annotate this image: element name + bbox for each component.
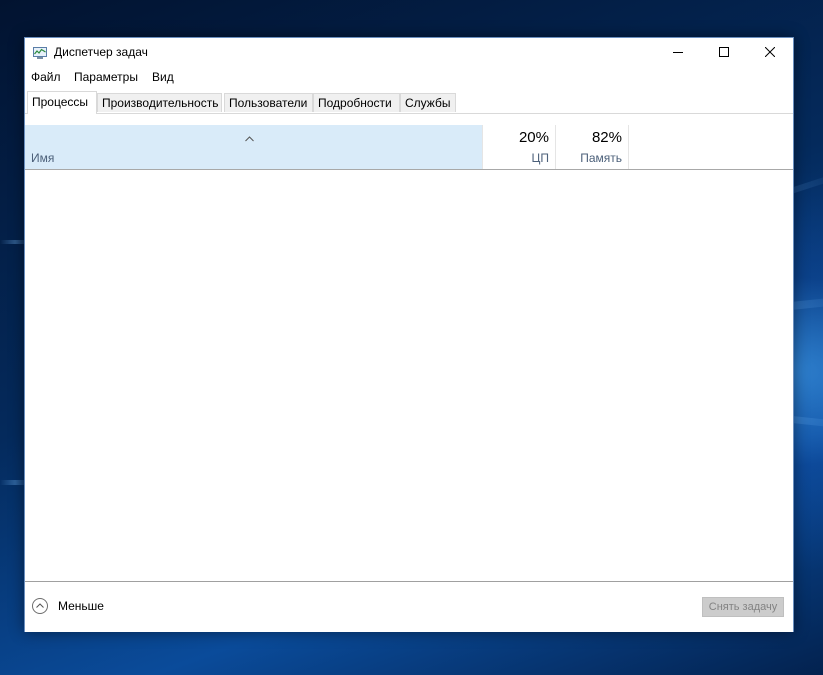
tab-services[interactable]: Службы	[400, 93, 456, 112]
title-bar[interactable]: Диспетчер задач	[25, 38, 793, 67]
column-header-memory[interactable]: 82% Память	[556, 125, 629, 169]
process-table-header: Имя 20% ЦП 82% Память	[25, 125, 793, 170]
close-icon	[765, 47, 775, 57]
fewer-details-label: Меньше	[58, 599, 104, 613]
menu-view[interactable]: Вид	[152, 70, 174, 84]
maximize-icon	[719, 47, 729, 57]
chevron-up-circle-icon	[32, 598, 48, 614]
tab-bar: Процессы Производительность Пользователи…	[25, 91, 793, 114]
cpu-percent: 20%	[518, 129, 549, 146]
memory-label: Память	[580, 151, 622, 165]
chevron-up-icon	[245, 129, 254, 147]
close-button[interactable]	[747, 38, 793, 67]
process-list[interactable]	[25, 170, 793, 581]
tab-users[interactable]: Пользователи	[224, 93, 313, 112]
tab-details[interactable]: Подробности	[313, 93, 400, 112]
maximize-button[interactable]	[701, 38, 747, 67]
tab-performance[interactable]: Производительность	[97, 93, 222, 112]
end-task-button[interactable]: Снять задачу	[702, 597, 784, 617]
window-title: Диспетчер задач	[54, 45, 148, 59]
task-manager-icon	[33, 46, 47, 59]
footer-bar: Меньше Снять задачу	[25, 581, 793, 632]
menu-file[interactable]: Файл	[31, 70, 61, 84]
minimize-icon	[673, 52, 683, 53]
fewer-details-button[interactable]: Меньше	[32, 597, 112, 617]
column-header-name[interactable]: Имя	[25, 125, 483, 169]
menu-bar: Файл Параметры Вид	[25, 68, 793, 88]
minimize-button[interactable]	[655, 38, 701, 67]
tab-processes[interactable]: Процессы	[27, 91, 97, 114]
column-name-label: Имя	[31, 151, 55, 165]
cpu-label: ЦП	[531, 151, 549, 165]
task-manager-window: Диспетчер задач Файл Параметры Вид Проце…	[24, 37, 794, 632]
column-header-cpu[interactable]: 20% ЦП	[483, 125, 556, 169]
menu-options[interactable]: Параметры	[74, 70, 138, 84]
memory-percent: 82%	[591, 129, 622, 146]
